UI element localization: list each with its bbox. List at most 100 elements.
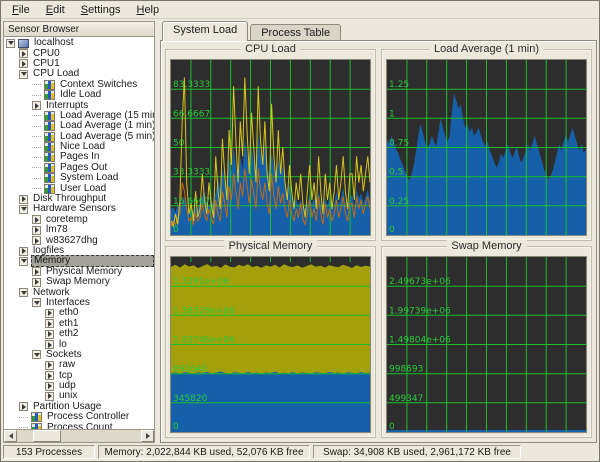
tree-item-eth0[interactable]: eth0 bbox=[4, 308, 154, 318]
expand-toggle-icon[interactable] bbox=[19, 49, 28, 58]
system-load-worksheet: CPU Load 83.333366.66675033.333316.66670… bbox=[160, 40, 597, 443]
sensor-chart-icon bbox=[44, 90, 55, 100]
sensor-browser-header: Sensor Browser bbox=[4, 22, 154, 37]
swap-memory-group: Swap Memory 2.49673e+061.99739e+061.4980… bbox=[381, 246, 592, 438]
tree-item-sockets[interactable]: Sockets bbox=[4, 350, 154, 360]
physical-memory-chart: 1.7291e+061.38328e+061.03746e+0669164034… bbox=[170, 256, 371, 433]
expand-toggle-icon[interactable] bbox=[45, 319, 54, 328]
tree-item-idle-load[interactable]: Idle Load bbox=[4, 90, 154, 100]
tree-branch-line bbox=[32, 188, 41, 189]
expand-toggle-icon[interactable] bbox=[19, 195, 28, 204]
physical-memory-title: Physical Memory bbox=[224, 240, 318, 252]
svg-text:33.3333: 33.3333 bbox=[173, 168, 210, 178]
statusbar: 153 Processes Memory: 2,022,844 KB used,… bbox=[1, 443, 599, 461]
main-area: Sensor Browser localhostCPU0CPU1CPU Load… bbox=[1, 19, 599, 443]
load-average-chart: 1.2510.750.50.250 bbox=[386, 59, 587, 236]
tree-item-tcp[interactable]: tcp bbox=[4, 371, 154, 381]
tree-item-lm78[interactable]: lm78 bbox=[4, 225, 154, 235]
collapse-toggle-icon[interactable] bbox=[19, 288, 28, 297]
expand-toggle-icon[interactable] bbox=[32, 215, 41, 224]
swap-status: Swap: 34,908 KB used, 2,961,172 KB free bbox=[313, 445, 521, 459]
tab-process-table[interactable]: Process Table bbox=[250, 24, 341, 41]
collapse-toggle-icon[interactable] bbox=[32, 350, 41, 359]
expand-toggle-icon[interactable] bbox=[19, 247, 28, 256]
sensor-chart-icon bbox=[44, 80, 55, 90]
tree-branch-line bbox=[19, 417, 28, 418]
tree-horizontal-scrollbar[interactable] bbox=[4, 429, 154, 442]
menu-file[interactable]: File bbox=[5, 3, 37, 17]
expand-toggle-icon[interactable] bbox=[32, 226, 41, 235]
expand-toggle-icon[interactable] bbox=[45, 371, 54, 380]
swap-memory-chart: 2.49673e+061.99739e+061.49804e+069986934… bbox=[386, 256, 587, 433]
tree-item-localhost[interactable]: localhost bbox=[4, 38, 154, 48]
expand-toggle-icon[interactable] bbox=[45, 340, 54, 349]
svg-text:1: 1 bbox=[389, 109, 395, 119]
collapse-toggle-icon[interactable] bbox=[6, 39, 15, 48]
tree-branch-line bbox=[32, 84, 41, 85]
expand-toggle-icon[interactable] bbox=[19, 402, 28, 411]
tree-item-label: Swap Memory bbox=[44, 277, 112, 287]
tree-item-interfaces[interactable]: Interfaces bbox=[4, 298, 154, 308]
svg-text:1.03746e+06: 1.03746e+06 bbox=[173, 336, 235, 346]
expand-toggle-icon[interactable] bbox=[32, 101, 41, 110]
tree-branch-line bbox=[32, 95, 41, 96]
scrollbar-track[interactable] bbox=[17, 430, 141, 442]
tree-item-coretemp[interactable]: coretemp bbox=[4, 215, 154, 225]
tree-item-label: eth2 bbox=[57, 329, 80, 339]
scroll-left-icon[interactable] bbox=[4, 430, 17, 442]
tree-item-cpu1[interactable]: CPU1 bbox=[4, 59, 154, 69]
tree-item-label: lm78 bbox=[44, 225, 70, 235]
tree-item-process-controller[interactable]: Process Controller bbox=[4, 412, 154, 422]
tree-item-load-average-1-min[interactable]: Load Average (1 min) bbox=[4, 121, 154, 131]
scroll-right-icon[interactable] bbox=[141, 430, 154, 442]
collapse-toggle-icon[interactable] bbox=[19, 205, 28, 214]
tree-item-eth2[interactable]: eth2 bbox=[4, 329, 154, 339]
svg-text:0: 0 bbox=[173, 422, 179, 432]
svg-text:1.7291e+06: 1.7291e+06 bbox=[173, 277, 229, 287]
tree-item-w83627dhg[interactable]: w83627dhg bbox=[4, 235, 154, 245]
cpu-load-group: CPU Load 83.333366.66675033.333316.66670 bbox=[165, 49, 376, 241]
tree-item-cpu0[interactable]: CPU0 bbox=[4, 48, 154, 58]
menu-edit[interactable]: Edit bbox=[39, 3, 72, 17]
svg-text:83.3333: 83.3333 bbox=[173, 80, 210, 90]
tree-branch-line bbox=[32, 178, 41, 179]
tree-item-label: System Load bbox=[58, 173, 120, 183]
tree-item-label: Load Average (1 min) bbox=[58, 121, 154, 131]
sensor-tree: localhostCPU0CPU1CPU LoadContext Switche… bbox=[4, 37, 154, 429]
svg-text:0.5: 0.5 bbox=[389, 168, 403, 178]
menu-settings[interactable]: Settings bbox=[74, 3, 128, 17]
expand-toggle-icon[interactable] bbox=[32, 278, 41, 287]
scrollbar-thumb[interactable] bbox=[33, 430, 61, 442]
tab-system-load[interactable]: System Load bbox=[162, 21, 248, 41]
collapse-toggle-icon[interactable] bbox=[19, 70, 28, 79]
collapse-toggle-icon[interactable] bbox=[32, 298, 41, 307]
menu-help[interactable]: Help bbox=[129, 3, 166, 17]
process-count-status: 153 Processes bbox=[3, 445, 95, 459]
expand-toggle-icon[interactable] bbox=[19, 59, 28, 68]
tree-item-swap-memory[interactable]: Swap Memory bbox=[4, 277, 154, 287]
tree-item-cpu-load[interactable]: CPU Load bbox=[4, 69, 154, 79]
collapse-toggle-icon[interactable] bbox=[19, 257, 28, 266]
expand-toggle-icon[interactable] bbox=[45, 309, 54, 318]
tree-item-label: eth0 bbox=[57, 308, 80, 318]
svg-text:1.38328e+06: 1.38328e+06 bbox=[173, 306, 235, 316]
svg-text:0: 0 bbox=[389, 225, 395, 235]
svg-text:0: 0 bbox=[173, 225, 179, 235]
tree-item-system-load[interactable]: System Load bbox=[4, 173, 154, 183]
tree-item-eth1[interactable]: eth1 bbox=[4, 319, 154, 329]
physical-memory-group: Physical Memory 1.7291e+061.38328e+061.0… bbox=[165, 246, 376, 438]
tree-item-label: raw bbox=[57, 360, 77, 370]
computer-icon bbox=[18, 39, 29, 48]
tree-item-raw[interactable]: raw bbox=[4, 360, 154, 370]
svg-text:0.25: 0.25 bbox=[389, 197, 409, 207]
expand-toggle-icon[interactable] bbox=[45, 382, 54, 391]
expand-toggle-icon[interactable] bbox=[32, 267, 41, 276]
expand-toggle-icon[interactable] bbox=[45, 361, 54, 370]
expand-toggle-icon[interactable] bbox=[45, 392, 54, 401]
svg-text:499347: 499347 bbox=[389, 394, 423, 404]
expand-toggle-icon[interactable] bbox=[45, 330, 54, 339]
svg-text:998693: 998693 bbox=[389, 365, 423, 375]
expand-toggle-icon[interactable] bbox=[32, 236, 41, 245]
tree-item-udp[interactable]: udp bbox=[4, 381, 154, 391]
load-average-title: Load Average (1 min) bbox=[429, 43, 544, 55]
